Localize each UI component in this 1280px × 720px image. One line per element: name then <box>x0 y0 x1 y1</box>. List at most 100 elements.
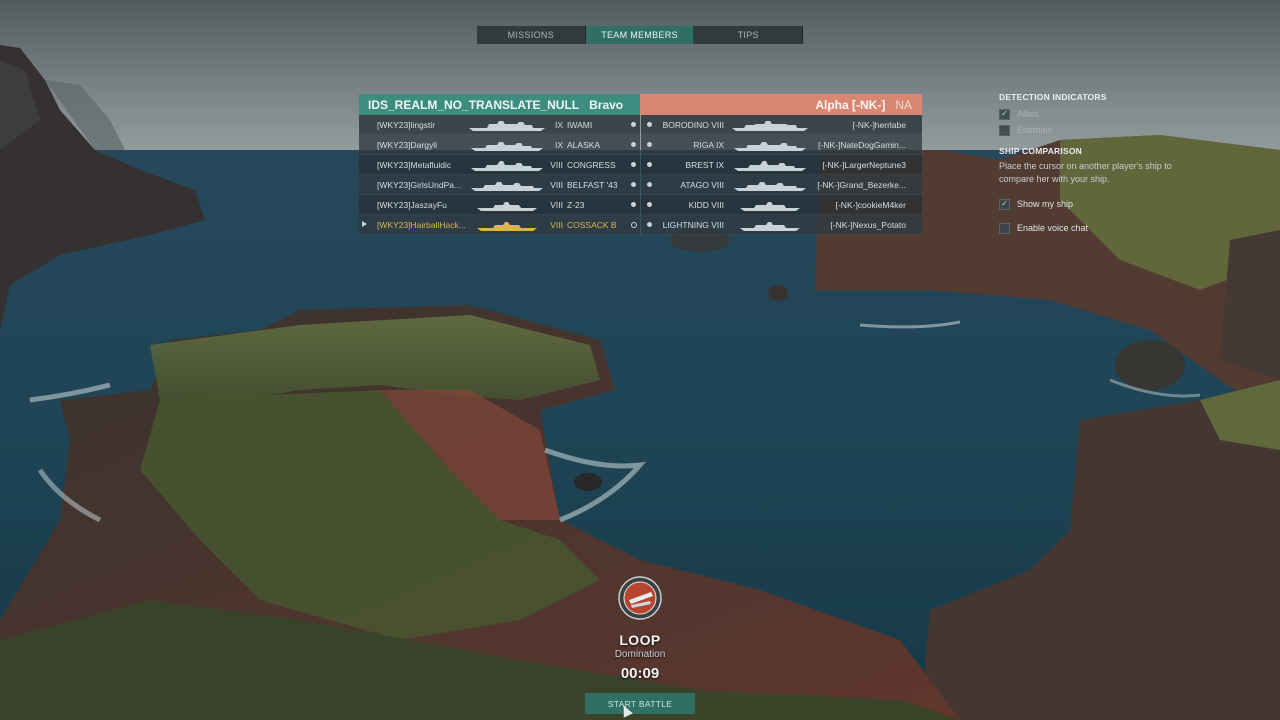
checkbox-box-icon <box>999 222 1010 234</box>
ship-tier: VIII <box>550 159 563 170</box>
status-ring-icon <box>631 221 637 228</box>
team-right-row[interactable]: BORODINO VIII [-NK-]herrlabe <box>640 115 922 135</box>
ship-name: COSSACK B <box>567 219 617 230</box>
cruiser-silhouette-icon <box>734 141 806 151</box>
allies-label: Allies <box>1017 109 1039 119</box>
team-right-row[interactable]: KIDD VIII [-NK-]cookieM4ker <box>640 195 922 215</box>
player-name: [WKY23]GirlsUndPa... <box>377 179 462 190</box>
player-name: [-NK-]NateDogGamin... <box>818 139 906 150</box>
allies-checkbox[interactable]: ✓ Allies <box>999 106 1199 122</box>
top-tabs: MISSIONS TEAM MEMBERS TIPS <box>477 26 804 44</box>
ship-name: IWAMI <box>567 119 593 130</box>
tab-tips[interactable]: TIPS <box>694 26 804 44</box>
show-my-ship-checkbox[interactable]: ✓ Show my ship <box>999 192 1199 216</box>
checkmark-icon: ✓ <box>999 108 1010 120</box>
ship-tier: VIII <box>550 179 563 190</box>
cruiser-silhouette-icon <box>734 160 806 171</box>
player-name: [-NK-]Grand_Bezerke... <box>817 179 906 190</box>
tab-missions[interactable]: MISSIONS <box>477 26 586 44</box>
ship-tier-name: BREST IX <box>685 159 724 170</box>
status-dot-icon <box>631 142 636 147</box>
team-left-name: Bravo <box>589 97 624 112</box>
voice-chat-label: Enable voice chat <box>1017 223 1089 233</box>
countdown-timer: 00:09 <box>620 665 660 682</box>
team-left-row[interactable]: [WKY23]lingstir IX IWAMI <box>359 115 640 135</box>
team-right-row[interactable]: ATAGO VIII [-NK-]Grand_Bezerke... <box>640 175 922 195</box>
cruiser-silhouette-icon <box>471 160 543 171</box>
status-dot-icon <box>646 222 652 227</box>
destroyer-silhouette-icon <box>740 221 800 231</box>
player-name: [WKY23]JaszayFu <box>377 199 447 210</box>
ship-tier-name: LIGHTNING VIII <box>662 219 724 230</box>
ship-name: BELFAST '43 <box>567 179 618 190</box>
battleship-silhouette-icon <box>469 120 545 131</box>
status-dot-icon <box>631 182 636 187</box>
cruiser-silhouette-icon <box>471 181 543 191</box>
player-name: [-NK-]Nexus_Potato <box>830 219 906 230</box>
start-battle-button[interactable]: START BATTLE <box>585 693 695 714</box>
player-name: [-NK-]herrlabe <box>852 119 906 130</box>
player-name: [WKY23]lingstir <box>377 119 436 130</box>
status-dot-icon <box>646 182 652 187</box>
tab-team-members[interactable]: TEAM MEMBERS <box>585 26 695 44</box>
detection-indicators-title: DETECTION INDICATORS <box>999 92 1107 102</box>
battleship-silhouette-icon <box>732 120 808 131</box>
ship-tier: IX <box>554 119 563 130</box>
ship-name: ALASKA <box>567 139 601 150</box>
destroyer-silhouette-icon <box>477 221 537 231</box>
team-right-name: Alpha [-NK-] <box>815 97 886 112</box>
team-right-row[interactable]: LIGHTNING VIII [-NK-]Nexus_Potato <box>640 215 922 235</box>
enable-voice-chat-checkbox[interactable]: Enable voice chat <box>999 216 1199 240</box>
show-my-ship-label: Show my ship <box>1017 199 1074 209</box>
teams-panel: IDS_REALM_NO_TRANSLATE_NULL Bravo Alpha … <box>359 94 922 235</box>
ship-tier: VIII <box>550 199 563 210</box>
team-left-row[interactable]: [WKY23]Metafluidic VIII CONGRESS <box>359 155 640 175</box>
status-dot-icon <box>631 122 636 127</box>
status-dot-icon <box>631 202 636 207</box>
status-dot-icon <box>631 162 636 167</box>
enemies-label: Enemies <box>1017 125 1053 135</box>
team-left-row[interactable]: [WKY23]GirlsUndPa... VIII BELFAST '43 <box>359 175 640 195</box>
ship-comparison-title: SHIP COMPARISON <box>999 146 1082 156</box>
team-left-realm: IDS_REALM_NO_TRANSLATE_NULL <box>368 97 580 112</box>
team-right-header: Alpha [-NK-] NA <box>640 94 922 115</box>
team-left-header: IDS_REALM_NO_TRANSLATE_NULL Bravo <box>359 94 640 115</box>
team-left-row-self[interactable]: [WKY23]HairballHack... VIII COSSACK B <box>359 215 640 235</box>
team-left-row[interactable]: [WKY23]Dargyli IX ALASKA <box>359 135 640 155</box>
ship-tier-name: BORODINO VIII <box>662 119 724 130</box>
teams-header: IDS_REALM_NO_TRANSLATE_NULL Bravo Alpha … <box>359 94 922 115</box>
team-right-list: BORODINO VIII [-NK-]herrlabe RIGA IX [-N… <box>639 115 922 235</box>
ship-tier-name: KIDD VIII <box>688 199 724 210</box>
player-name: [-NK-]cookieM4ker <box>835 199 906 210</box>
battle-info: LOOP Domination 00:09 <box>585 575 695 682</box>
destroyer-silhouette-icon <box>477 201 537 211</box>
ship-tier: IX <box>554 139 563 150</box>
player-name: [WKY23]Dargyli <box>377 139 437 150</box>
team-left-list: [WKY23]lingstir IX IWAMI [WKY23]Dargyli … <box>359 115 640 235</box>
self-marker-icon <box>362 221 367 227</box>
status-dot-icon <box>646 162 652 167</box>
ship-tier: VIII <box>550 219 563 230</box>
map-name: LOOP <box>619 632 661 648</box>
cruiser-silhouette-icon <box>734 181 806 191</box>
battle-mode: Domination <box>614 649 666 660</box>
team-left-row[interactable]: [WKY23]JaszayFu VIII Z-23 <box>359 195 640 215</box>
team-right-row[interactable]: RIGA IX [-NK-]NateDogGamin... <box>640 135 922 155</box>
player-name: [-NK-]LargerNeptune3 <box>822 159 906 170</box>
checkbox-box-icon <box>999 124 1010 136</box>
ship-tier-name: RIGA IX <box>693 139 724 150</box>
enemies-checkbox[interactable]: Enemies <box>999 122 1199 138</box>
destroyer-silhouette-icon <box>740 201 800 211</box>
team-right-row[interactable]: BREST IX [-NK-]LargerNeptune3 <box>640 155 922 175</box>
player-name: [WKY23]Metafluidic <box>377 159 452 170</box>
status-dot-icon <box>646 202 652 207</box>
cruiser-silhouette-icon <box>471 141 543 151</box>
checkmark-icon: ✓ <box>999 198 1010 210</box>
player-name: [WKY23]HairballHack... <box>377 219 466 230</box>
settings-side-panel: DETECTION INDICATORS ✓ Allies Enemies SH… <box>999 92 1199 240</box>
status-dot-icon <box>646 122 652 127</box>
ship-tier-name: ATAGO VIII <box>680 179 724 190</box>
ship-name: CONGRESS <box>567 159 616 170</box>
status-dot-icon <box>646 142 652 147</box>
team-right-region: NA <box>895 97 912 112</box>
